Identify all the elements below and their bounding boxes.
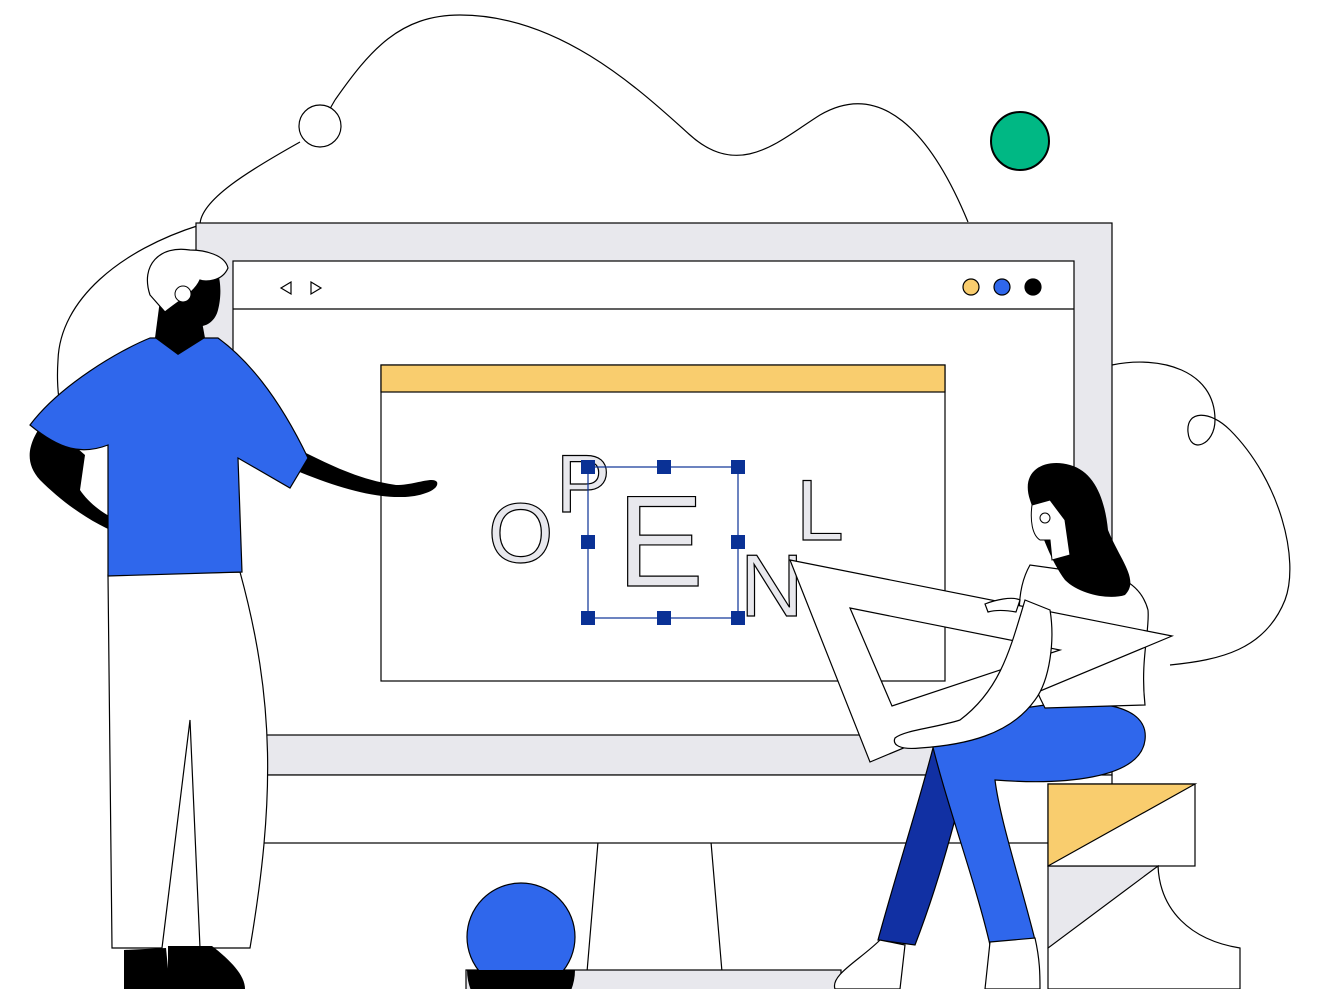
- man-shoe-right: [168, 946, 245, 989]
- monitor-stand-neck: [586, 841, 723, 973]
- woman-foot-left: [833, 939, 906, 989]
- handle-bottom-left[interactable]: [581, 611, 595, 625]
- handle-middle-right[interactable]: [731, 535, 745, 549]
- blue-ball-shadow: [467, 970, 575, 989]
- handle-bottom-middle[interactable]: [657, 611, 671, 625]
- window-dot-black[interactable]: [1024, 278, 1042, 296]
- letter-n: N: [740, 536, 804, 635]
- letter-e[interactable]: E: [616, 467, 704, 614]
- letter-p: P: [556, 439, 611, 530]
- window-dot-yellow[interactable]: [962, 278, 980, 296]
- illustration-canvas: O P E N L: [29, 14, 1291, 989]
- man-shoe-left: [124, 948, 170, 989]
- handle-middle-left[interactable]: [581, 535, 595, 549]
- small-white-circle: [298, 104, 342, 148]
- letter-l: L: [796, 463, 844, 559]
- handle-top-left[interactable]: [581, 460, 595, 474]
- design-window-titlebar: [380, 364, 946, 393]
- woman-ear: [1039, 512, 1051, 524]
- green-circle: [990, 111, 1050, 171]
- man-pants: [107, 571, 269, 949]
- handle-top-middle[interactable]: [657, 460, 671, 474]
- handle-top-right[interactable]: [731, 460, 745, 474]
- letter-o: O: [488, 486, 553, 580]
- man-ear: [174, 285, 192, 303]
- window-dot-blue[interactable]: [993, 278, 1011, 296]
- woman-foot-right: [984, 937, 1041, 989]
- handle-bottom-right[interactable]: [731, 611, 745, 625]
